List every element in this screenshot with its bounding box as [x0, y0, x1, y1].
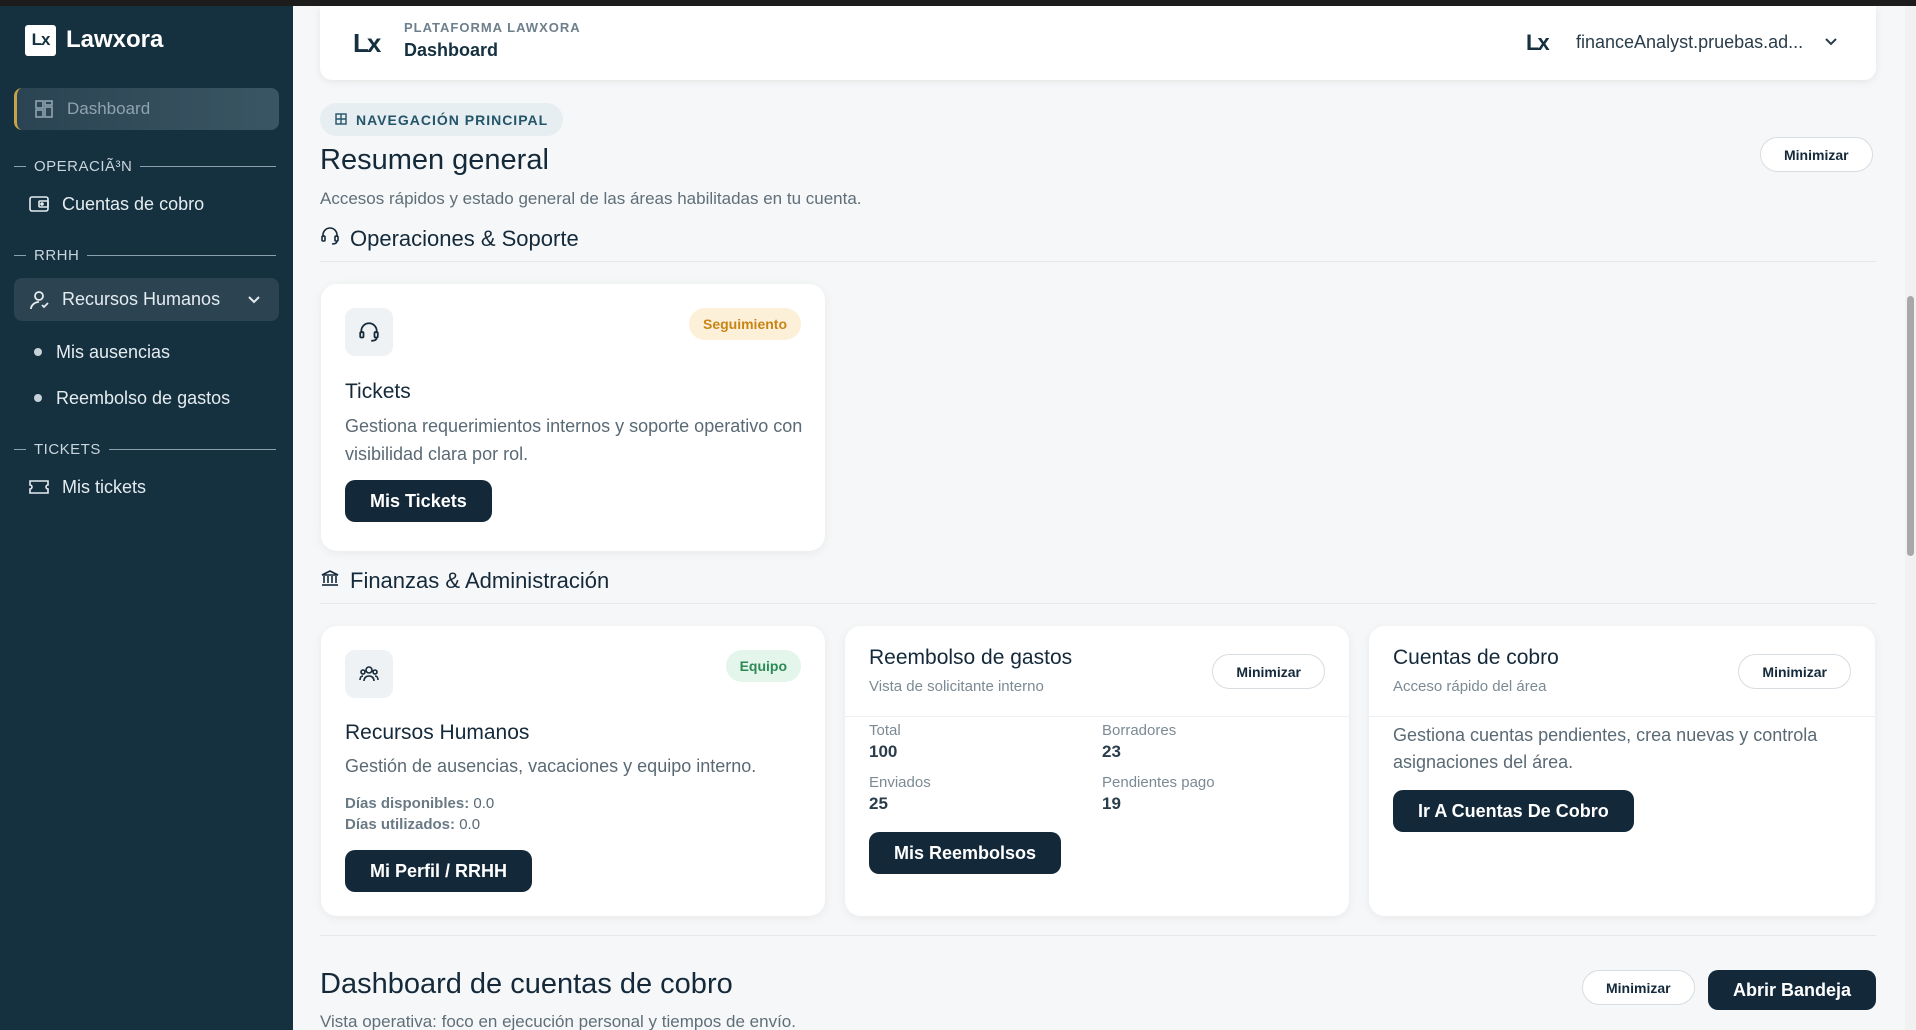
card-description: Gestiona requerimientos internos y sopor…	[345, 416, 803, 464]
stat-label: Enviados	[869, 774, 931, 791]
card-subtitle: Vista de solicitante interno	[869, 678, 1044, 695]
grid-icon	[335, 112, 347, 128]
main-content: Lx PLATAFORMA LAWXORA Dashboard Lx finan…	[293, 6, 1905, 1030]
card-title: Reembolso de gastos	[869, 646, 1073, 669]
brand[interactable]: Lx Lawxora	[0, 6, 293, 74]
section-title-label: Operaciones & Soporte	[350, 226, 579, 251]
sidebar-section-operacion: OPERACIÃ³N	[0, 158, 293, 175]
stat-label: Días disponibles:	[345, 795, 470, 812]
card-header: Reembolso de gastos Vista de solicitante…	[845, 626, 1349, 716]
headset-icon	[345, 308, 393, 356]
section-title: RRHH	[34, 247, 80, 264]
minimize-resumen-button[interactable]: Minimizar	[1760, 137, 1873, 172]
header-logo: Lx	[353, 28, 381, 58]
minimize-dashboard-cobro-button[interactable]: Minimizar	[1582, 970, 1695, 1005]
card-description: Gestiona cuentas pendientes, crea nuevas…	[1393, 725, 1818, 772]
sidebar-item-dashboard[interactable]: Dashboard	[14, 88, 279, 130]
stat-value: 0.0	[459, 816, 481, 833]
sidebar-section-tickets: TICKETS	[0, 441, 293, 458]
user-icon	[28, 289, 50, 311]
brand-logo: Lx	[25, 24, 56, 56]
sidebar: Lx Lawxora Dashboard OPERACIÃ³N Cuentas …	[0, 0, 293, 1030]
stat-label: Borradores	[1102, 722, 1177, 739]
section-title: OPERACIÃ³N	[34, 158, 133, 175]
sidebar-item-label: Reembolso de gastos	[56, 387, 231, 408]
mis-tickets-button[interactable]: Mis Tickets	[345, 480, 492, 522]
sidebar-subitem-reembolso-de-gastos[interactable]: Reembolso de gastos	[34, 383, 279, 413]
section-title-finanzas: Finanzas & Administración	[320, 568, 609, 594]
stat-value: 19	[1102, 794, 1121, 813]
sidebar-item-label: Cuentas de cobro	[62, 193, 205, 214]
section-subtitle-resumen: Accesos rápidos y estado general de las …	[320, 189, 862, 208]
sidebar-item-label: Recursos Humanos	[62, 289, 221, 309]
card-title: Recursos Humanos	[345, 721, 530, 744]
bullet-icon	[34, 394, 42, 402]
card-description: Gestión de ausencias, vacaciones y equip…	[345, 756, 757, 776]
user-avatar-logo[interactable]: Lx	[1526, 30, 1550, 56]
stat-label: Total	[869, 722, 901, 739]
stat-value: 25	[869, 794, 888, 813]
status-badge: Seguimiento	[688, 308, 801, 340]
divider	[320, 603, 1876, 604]
chevron-down-icon[interactable]	[1824, 34, 1838, 52]
recursos-humanos-card: Equipo Recursos Humanos Gestión de ausen…	[321, 626, 825, 916]
mis-reembolsos-button[interactable]: Mis Reembolsos	[869, 832, 1062, 874]
headset-icon	[320, 226, 340, 252]
top-header: Lx PLATAFORMA LAWXORA Dashboard Lx finan…	[320, 6, 1876, 80]
team-icon	[345, 650, 393, 698]
tickets-card: Seguimiento Tickets Gestiona requerimien…	[321, 284, 825, 551]
days-available-stat: Días disponibles: 0.0	[345, 795, 494, 812]
user-menu-name[interactable]: financeAnalyst.pruebas.ad...	[1576, 32, 1803, 53]
navigation-pill-label: NAVEGACIÓN PRINCIPAL	[356, 111, 549, 128]
card-header: Cuentas de cobro Acceso rápido del área …	[1369, 626, 1875, 716]
stat-label: Días utilizados:	[345, 816, 456, 833]
sidebar-subitem-mis-ausencias[interactable]: Mis ausencias	[34, 337, 279, 367]
abrir-bandeja-button[interactable]: Abrir Bandeja	[1708, 970, 1877, 1010]
sidebar-item-mis-tickets[interactable]: Mis tickets	[14, 472, 279, 502]
status-badge: Equipo	[725, 650, 801, 682]
sidebar-section-rrhh: RRHH	[0, 247, 293, 264]
brand-name: Lawxora	[66, 26, 164, 53]
section-title-label: Finanzas & Administración	[350, 568, 610, 593]
card-title: Cuentas de cobro	[1393, 646, 1559, 669]
minimize-reembolso-button[interactable]: Minimizar	[1212, 654, 1325, 689]
cuentas-de-cobro-card: Cuentas de cobro Acceso rápido del área …	[1369, 626, 1875, 916]
header-kicker: PLATAFORMA LAWXORA	[404, 20, 581, 35]
minimize-cobro-button[interactable]: Minimizar	[1738, 654, 1851, 689]
page-scrollbar[interactable]	[1905, 6, 1916, 1030]
sidebar-item-label: Dashboard	[67, 99, 151, 118]
sidebar-item-recursos-humanos[interactable]: Recursos Humanos	[14, 278, 279, 321]
navigation-pill: NAVEGACIÓN PRINCIPAL	[320, 103, 564, 136]
card-body	[845, 716, 1349, 916]
sidebar-item-label: Mis tickets	[62, 476, 147, 497]
stat-value: 100	[869, 742, 898, 761]
section-heading-dashboard-cobro: Dashboard de cuentas de cobro	[320, 968, 733, 1000]
section-subtitle-dashboard-cobro: Vista operativa: foco en ejecución perso…	[320, 1012, 796, 1030]
stat-value: 23	[1102, 742, 1121, 761]
section-title: TICKETS	[34, 441, 101, 458]
stat-label: Pendientes pago	[1102, 774, 1215, 791]
bullet-icon	[34, 348, 42, 356]
divider	[320, 261, 1876, 262]
wallet-icon	[28, 193, 50, 215]
ir-a-cuentas-de-cobro-button[interactable]: Ir A Cuentas De Cobro	[1393, 790, 1634, 832]
divider	[320, 935, 1876, 936]
section-title-operaciones: Operaciones & Soporte	[320, 226, 579, 252]
card-title: Tickets	[345, 380, 411, 403]
ticket-icon	[28, 476, 50, 498]
stat-value: 0.0	[473, 795, 495, 812]
sidebar-item-cuentas-de-cobro[interactable]: Cuentas de cobro	[14, 189, 279, 219]
bank-icon	[320, 568, 340, 594]
page-title: Dashboard	[404, 40, 499, 60]
dashboard-grid-icon	[33, 98, 55, 120]
days-used-stat: Días utilizados: 0.0	[345, 816, 480, 833]
chevron-down-icon[interactable]	[243, 289, 265, 311]
sidebar-item-label: Mis ausencias	[56, 341, 171, 362]
section-heading-resumen: Resumen general	[320, 144, 549, 176]
card-subtitle: Acceso rápido del área	[1393, 678, 1547, 695]
window-top-strip	[0, 0, 1916, 6]
mi-perfil-rrhh-button[interactable]: Mi Perfil / RRHH	[345, 850, 533, 892]
reembolso-card: Reembolso de gastos Vista de solicitante…	[845, 626, 1349, 916]
scrollbar-thumb[interactable]	[1907, 296, 1914, 556]
